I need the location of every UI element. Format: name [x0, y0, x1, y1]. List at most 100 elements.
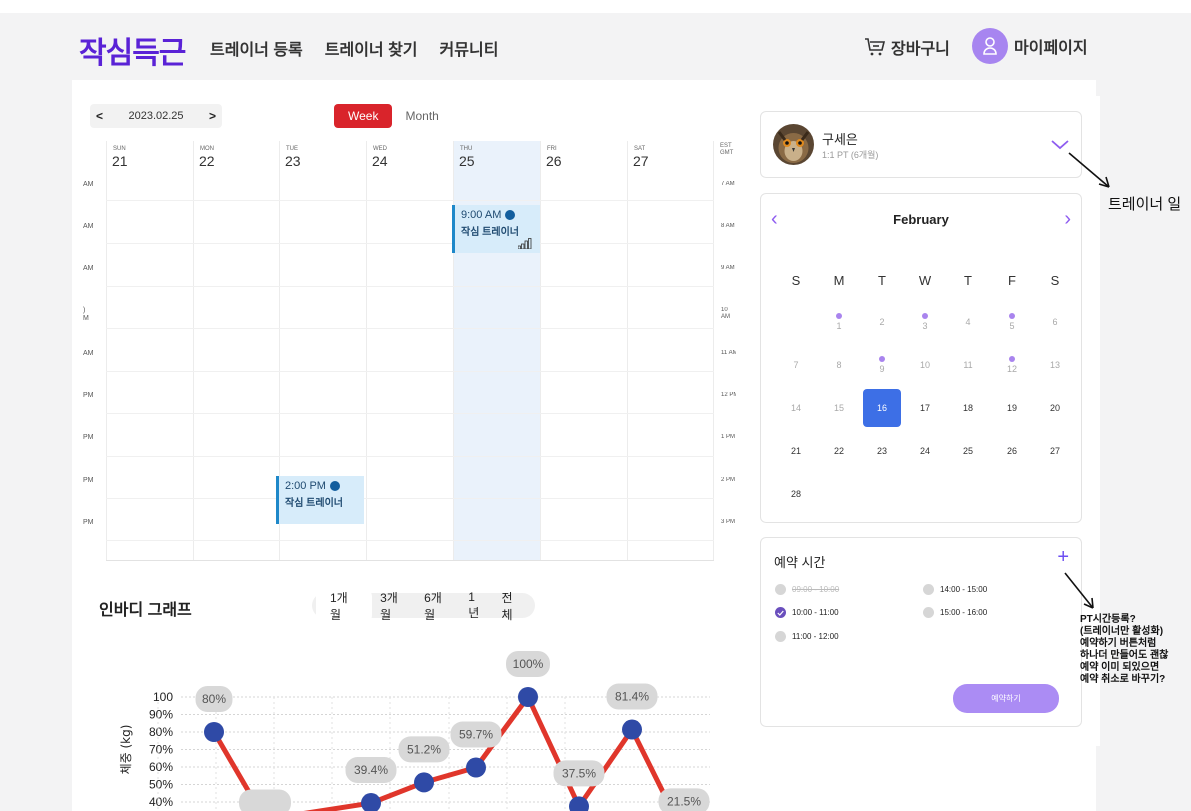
calendar-day[interactable]: 17 [906, 389, 944, 427]
calendar-day[interactable]: 14 [777, 389, 815, 427]
slot-radio [923, 607, 934, 618]
day-number: 24 [372, 153, 388, 169]
calendar-event[interactable]: 2:00 PM 작심 트레이너 [276, 476, 364, 524]
time-slot[interactable]: 15:00 - 16:00 [923, 607, 987, 618]
calendar-day-number: 27 [1049, 446, 1060, 456]
hour-line [106, 456, 714, 457]
y-tick-label: 60% [149, 760, 173, 774]
add-slot-button[interactable]: + [1057, 546, 1069, 569]
hour-label-right: 1 PM [721, 434, 736, 440]
calendar-day[interactable]: 27 [1036, 432, 1074, 470]
day-weekday: MON [200, 146, 214, 152]
calendar-weekday: W [918, 273, 932, 288]
slot-radio [923, 584, 934, 595]
day-number: 26 [546, 153, 562, 169]
data-label: 100% [513, 657, 544, 671]
calendar-day[interactable]: 26 [993, 432, 1031, 470]
booking-dot-icon [922, 313, 928, 319]
cart-link[interactable]: 장바구니 [864, 35, 950, 59]
next-week-button[interactable]: > [209, 109, 216, 123]
calendar-day-number: 17 [919, 403, 930, 413]
calendar-day-number: 14 [790, 403, 801, 413]
day-number: 23 [285, 153, 301, 169]
nav-trainer-find[interactable]: 트레이너 찾기 [325, 36, 418, 60]
calendar-day[interactable]: 12 [993, 346, 1031, 384]
data-label: 51.2% [407, 742, 441, 756]
hour-label-right: 8 AM [721, 223, 735, 229]
annotation-note-trainer: 트레이너 일 [1108, 196, 1182, 213]
calendar-day[interactable]: 5 [993, 303, 1031, 341]
calendar-day[interactable]: 8 [820, 346, 858, 384]
calendar-day[interactable]: 9 [863, 346, 901, 384]
hour-label-left: PM [83, 434, 94, 441]
range-3month[interactable]: 3개월 [372, 586, 416, 626]
range-1year[interactable]: 1년 [460, 587, 493, 624]
day-weekday: WED [373, 146, 387, 152]
logo[interactable]: 작심득근 [79, 28, 186, 72]
calendar-day[interactable]: 1 [820, 303, 858, 341]
slot-time: 10:00 - 11:00 [792, 608, 839, 617]
calendar-day-number: 6 [1052, 317, 1058, 327]
data-label: 21.5% [667, 794, 701, 808]
calendar-day-number: 7 [793, 360, 799, 370]
range-6month[interactable]: 6개월 [416, 586, 460, 626]
calendar-day-number: 3 [922, 321, 928, 331]
calendar-day[interactable]: 3 [906, 303, 944, 341]
calendar-weekday: T [878, 273, 886, 288]
day-weekday: TUE [286, 146, 298, 152]
calendar-day[interactable]: 23 [863, 432, 901, 470]
calendar-day[interactable]: 20 [1036, 389, 1074, 427]
week-view-button[interactable]: Week [334, 104, 393, 128]
calendar-event[interactable]: 9:00 AM 작심 트레이너 [452, 205, 540, 253]
calendar-weekday: S [1050, 273, 1060, 288]
chevron-right-icon[interactable]: › [1064, 208, 1071, 231]
calendar-day-number: 2 [879, 317, 885, 327]
y-tick-label: 40% [149, 795, 173, 809]
signal-bars-icon [518, 238, 532, 249]
booking-dot-icon [879, 356, 885, 362]
user-avatar [972, 28, 1008, 64]
calendar-day[interactable]: 10 [906, 346, 944, 384]
calendar-day[interactable]: 6 [1036, 303, 1074, 341]
calendar-day[interactable]: 22 [820, 432, 858, 470]
calendar-day[interactable]: 7 [777, 346, 815, 384]
cart-label: 장바구니 [891, 41, 950, 58]
calendar-day[interactable]: 19 [993, 389, 1031, 427]
calendar-day[interactable]: 24 [906, 432, 944, 470]
hour-line [106, 371, 714, 372]
nav-trainer-register[interactable]: 트레이너 등록 [210, 36, 303, 60]
calendar-day[interactable]: 28 [777, 475, 815, 513]
time-slot-disabled: 09:00 - 10:00 [775, 584, 839, 595]
time-slot[interactable]: 11:00 - 12:00 [775, 631, 839, 642]
hour-label-right: 12 PM [721, 392, 736, 398]
time-slot[interactable]: 14:00 - 15:00 [923, 584, 987, 595]
calendar-day[interactable]: 2 [863, 303, 901, 341]
calendar-day[interactable]: 25 [949, 432, 987, 470]
calendar-day[interactable]: 4 [949, 303, 987, 341]
month-view-button[interactable]: Month [392, 104, 451, 128]
hour-line [106, 328, 714, 329]
calendar-day[interactable]: 16 [863, 389, 901, 427]
calendar-day-number: 13 [1049, 360, 1060, 370]
range-all[interactable]: 전체 [493, 586, 531, 626]
time-slot-selected[interactable]: 10:00 - 11:00 [775, 607, 839, 618]
day-weekday: SAT [634, 146, 646, 152]
calendar-day[interactable]: 13 [1036, 346, 1074, 384]
calendar-day-number: 12 [1006, 364, 1017, 374]
mypage-link[interactable]: 마이페이지 [972, 28, 1088, 64]
trainer-card[interactable]: 구세은 1:1 PT (6개월) [760, 111, 1082, 178]
prev-week-button[interactable]: < [96, 109, 103, 123]
range-1month[interactable]: 1개월 [316, 585, 373, 626]
chevron-down-icon[interactable] [1051, 140, 1069, 150]
hour-label-left: PM [83, 519, 94, 526]
hour-label-left: AM [83, 181, 94, 188]
hour-label-left: PM [83, 477, 94, 484]
calendar-day[interactable]: 15 [820, 389, 858, 427]
nav-community[interactable]: 커뮤니티 [440, 36, 499, 60]
user-icon [983, 37, 997, 55]
calendar-day[interactable]: 21 [777, 432, 815, 470]
reserve-button[interactable]: 예약하기 [953, 684, 1059, 713]
calendar-day-number: 28 [790, 489, 801, 499]
calendar-day[interactable]: 18 [949, 389, 987, 427]
calendar-day[interactable]: 11 [949, 346, 987, 384]
